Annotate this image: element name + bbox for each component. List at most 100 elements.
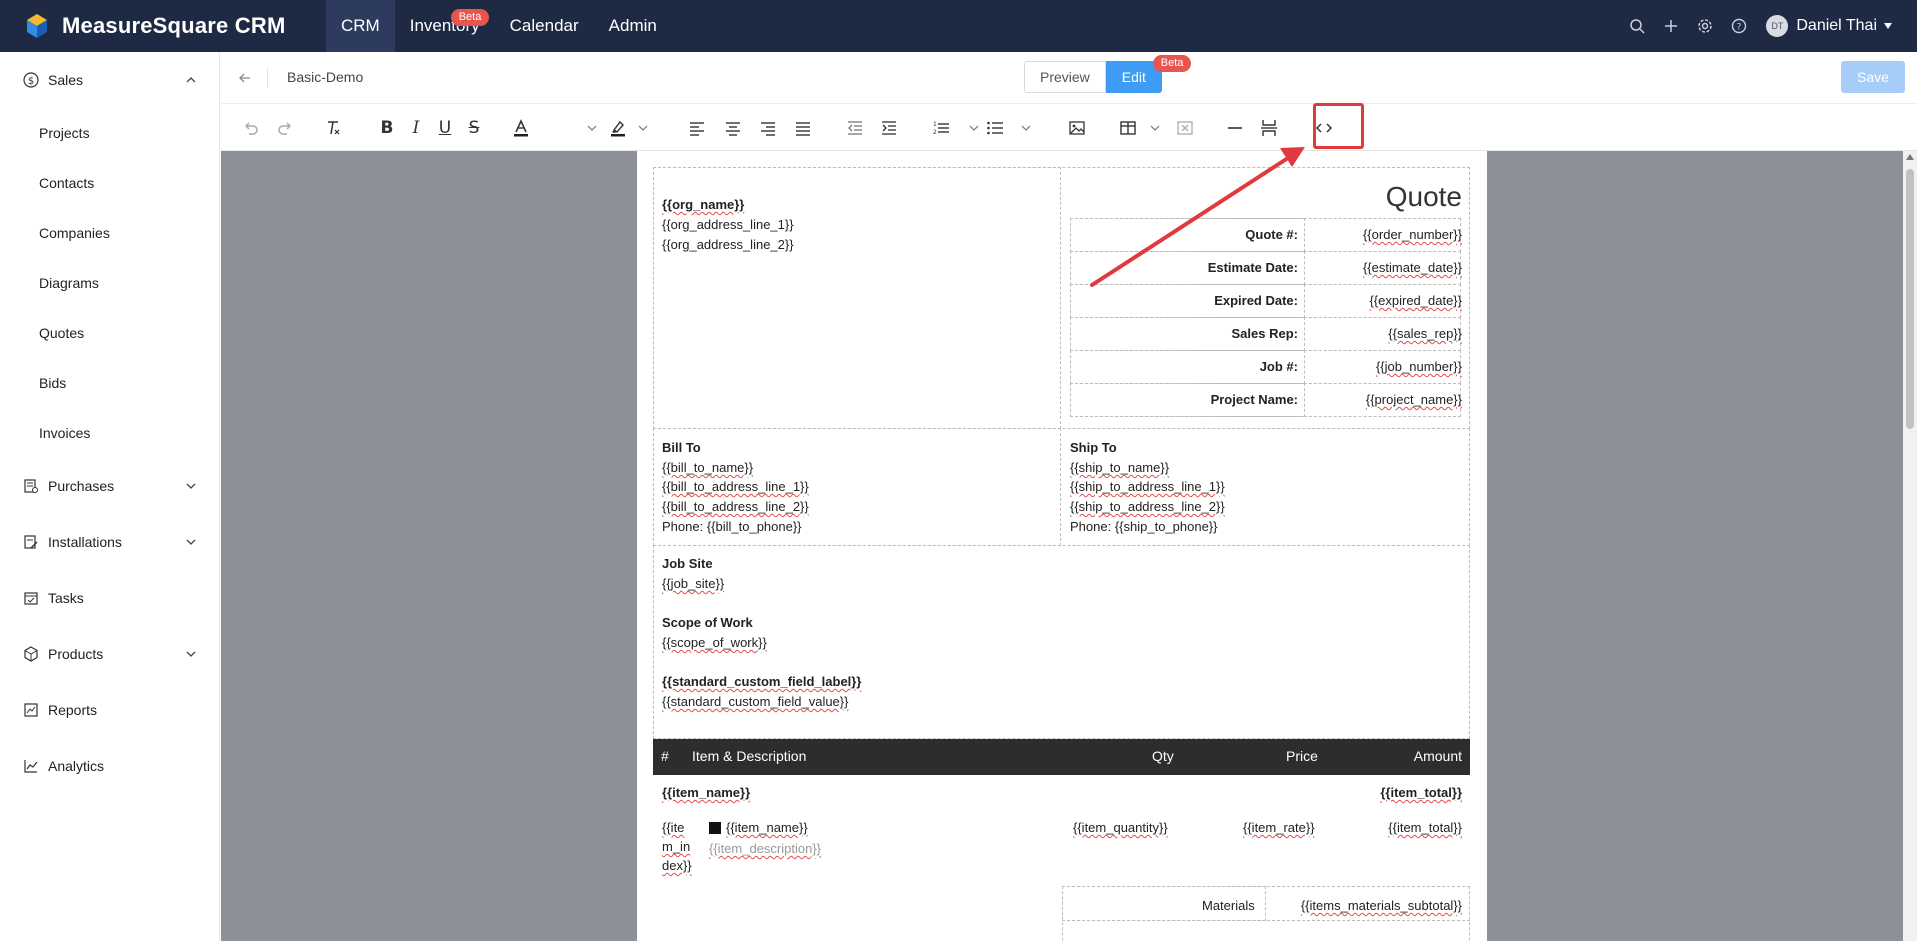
sidebar-item-diagrams[interactable]: Diagrams	[0, 258, 219, 308]
chevron-down-icon	[186, 539, 196, 545]
sidebar-item-contacts[interactable]: Contacts	[0, 158, 219, 208]
undo-icon[interactable]	[236, 114, 264, 142]
scrollbar-thumb[interactable]	[1906, 169, 1914, 429]
sidebar-group-installations[interactable]: Installations	[0, 514, 219, 570]
bill-to-heading: Bill To	[662, 440, 701, 455]
image-icon[interactable]	[1063, 114, 1091, 142]
nav-calendar[interactable]: Calendar	[495, 0, 594, 52]
sidebar-item-invoices[interactable]: Invoices	[0, 408, 219, 458]
chevron-down-icon[interactable]	[969, 123, 979, 133]
app-title: MeasureSquare CRM	[62, 13, 286, 38]
subtotal-row-divider	[1062, 920, 1470, 921]
chevron-down-icon[interactable]	[1021, 123, 1031, 133]
ship-to-address-line-2: {{ship_to_address_line_2}}	[1070, 499, 1225, 514]
save-button[interactable]: Save	[1841, 61, 1905, 93]
highlight-color-icon[interactable]	[604, 114, 632, 142]
preview-button[interactable]: Preview	[1024, 61, 1106, 93]
bill-to-address-line-1: {{bill_to_address_line_1}}	[662, 479, 809, 494]
cube-icon	[22, 645, 40, 663]
back-arrow-icon[interactable]	[235, 68, 255, 88]
items-table-header: # Item & Description Qty Price Amount	[653, 739, 1470, 775]
sidebar-group-products[interactable]: Products	[0, 626, 219, 682]
sidebar-group-sales[interactable]: $ Sales	[0, 52, 219, 108]
numbered-list-icon[interactable]: 12	[927, 114, 955, 142]
horizontal-line-icon[interactable]	[1221, 114, 1249, 142]
table-icon[interactable]	[1114, 114, 1142, 142]
ship-to-heading: Ship To	[1070, 440, 1117, 455]
font-color-icon[interactable]	[507, 114, 535, 142]
custom-field-label: {{standard_custom_field_label}}	[662, 674, 862, 689]
help-icon[interactable]: ?	[1722, 0, 1756, 52]
chevron-up-icon	[186, 77, 196, 83]
chevron-down-icon[interactable]	[1150, 123, 1160, 133]
editor-header: Basic-Demo Preview Edit Beta Save	[221, 52, 1917, 104]
quote-row-label: Sales Rep:	[1231, 326, 1298, 341]
quote-row-label: Quote #:	[1245, 227, 1298, 242]
svg-text:$: $	[28, 76, 34, 87]
divider	[267, 68, 268, 88]
purchase-icon	[22, 477, 40, 495]
page-break-icon[interactable]	[1255, 114, 1283, 142]
user-menu[interactable]: DT Daniel Thai	[1766, 15, 1893, 37]
gear-icon[interactable]	[1688, 0, 1722, 52]
col-price: Price	[1286, 748, 1318, 764]
scroll-up-arrow-icon[interactable]	[1906, 154, 1914, 160]
col-number: #	[661, 748, 669, 764]
app-logo[interactable]: MeasureSquare CRM	[0, 0, 326, 52]
materials-label: Materials	[1202, 898, 1255, 913]
quote-row-value: {{job_number}}	[1375, 359, 1462, 374]
sidebar-group-purchases[interactable]: Purchases	[0, 458, 219, 514]
plus-icon[interactable]	[1654, 0, 1688, 52]
sidebar: $ Sales Projects Contacts Companies Diag…	[0, 52, 220, 941]
bill-to-phone: Phone: {{bill_to_phone}}	[662, 519, 802, 534]
align-right-icon[interactable]	[754, 114, 782, 142]
sidebar-item-reports[interactable]: Reports	[0, 682, 219, 738]
col-qty: Qty	[1152, 748, 1174, 764]
indent-icon[interactable]	[875, 114, 903, 142]
bill-to-address-line-2: {{bill_to_address_line_2}}	[662, 499, 809, 514]
quote-row-value: {{sales_rep}}	[1388, 326, 1462, 341]
bill-to-name: {{bill_to_name}}	[662, 460, 754, 475]
top-navbar: MeasureSquare CRM CRM Inventory Beta Cal…	[0, 0, 1917, 52]
job-site-value: {{job_site}}	[662, 576, 725, 591]
align-left-icon[interactable]	[683, 114, 711, 142]
delete-table-icon[interactable]	[1171, 114, 1199, 142]
sidebar-item-bids[interactable]: Bids	[0, 358, 219, 408]
document-name: Basic-Demo	[287, 69, 364, 85]
sidebar-item-tasks[interactable]: Tasks	[0, 570, 219, 626]
italic-icon[interactable]: I	[402, 114, 430, 142]
nav-admin[interactable]: Admin	[594, 0, 672, 52]
sidebar-item-companies[interactable]: Companies	[0, 208, 219, 258]
bold-icon[interactable]: B	[373, 114, 401, 142]
item-description: {{item_description}}	[709, 841, 822, 856]
beta-badge: Beta	[450, 9, 490, 26]
redo-icon[interactable]	[272, 114, 300, 142]
quote-row-value: {{project_name}}	[1365, 392, 1462, 407]
svg-text:2: 2	[933, 129, 937, 136]
align-center-icon[interactable]	[719, 114, 747, 142]
item-quantity: {{item_quantity}}	[1073, 820, 1168, 835]
strikethrough-icon[interactable]: S	[460, 114, 488, 142]
search-icon[interactable]	[1620, 0, 1654, 52]
sidebar-item-projects[interactable]: Projects	[0, 108, 219, 158]
nav-crm[interactable]: CRM	[326, 0, 395, 52]
sidebar-item-quotes[interactable]: Quotes	[0, 308, 219, 358]
clear-format-icon[interactable]	[319, 114, 347, 142]
chevron-down-icon	[186, 483, 196, 489]
vertical-scrollbar[interactable]	[1903, 151, 1917, 941]
chevron-down-icon[interactable]	[638, 123, 648, 133]
materials-subtotal: {{items_materials_subtotal}}	[1300, 898, 1462, 913]
align-justify-icon[interactable]	[789, 114, 817, 142]
underline-icon[interactable]: U	[431, 114, 459, 142]
outdent-icon[interactable]	[841, 114, 869, 142]
group-item-name: {{item_name}}	[662, 785, 751, 800]
document-page[interactable]: {{org_name}} {{org_address_line_1}} {{or…	[637, 151, 1487, 941]
chevron-down-icon[interactable]	[587, 123, 597, 133]
item-index-line-1: {{ite	[662, 820, 685, 835]
svg-text:1: 1	[933, 121, 937, 128]
sidebar-item-analytics[interactable]: Analytics	[0, 738, 219, 794]
edit-button[interactable]: Edit Beta	[1105, 55, 1192, 93]
nav-inventory[interactable]: Inventory Beta	[395, 0, 495, 52]
dollar-icon: $	[22, 71, 40, 89]
bullet-list-icon[interactable]	[981, 114, 1009, 142]
